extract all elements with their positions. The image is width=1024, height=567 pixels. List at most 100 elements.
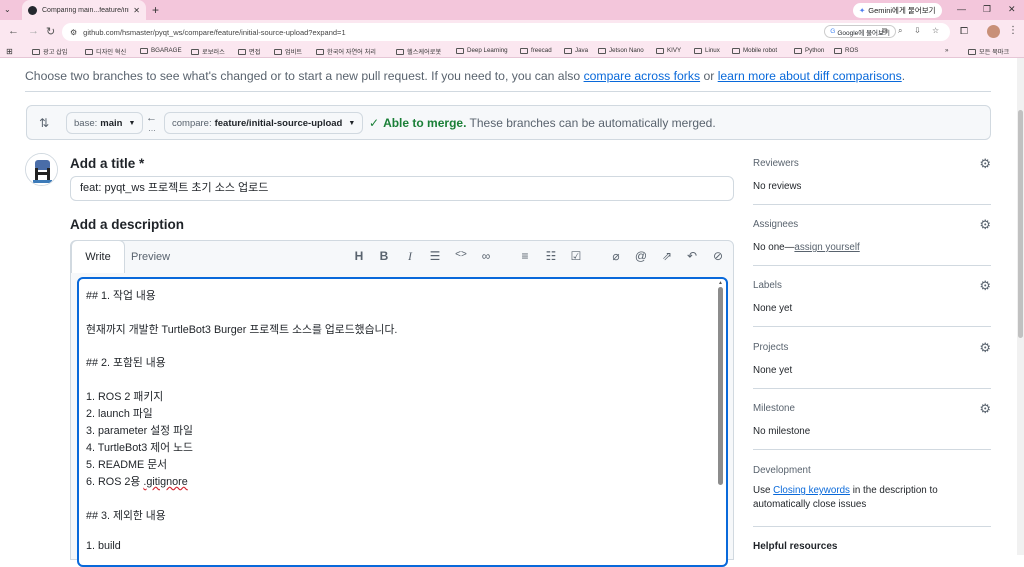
- window-close-icon[interactable]: ✕: [1008, 4, 1016, 15]
- bookmark-folder[interactable]: Jetson Nano: [598, 47, 644, 54]
- divider: [753, 326, 991, 327]
- minimize-icon[interactable]: —: [957, 4, 966, 14]
- dots-icon: …: [148, 124, 156, 133]
- assign-yourself-link[interactable]: assign yourself: [794, 242, 859, 253]
- github-compare-page: Choose two branches to see what's change…: [0, 58, 1017, 567]
- bookmark-folder[interactable]: BGARAGE: [140, 47, 182, 54]
- bookmark-star-icon[interactable]: ☆: [932, 26, 939, 35]
- base-branch-select[interactable]: base: main ▼: [66, 112, 144, 134]
- reply-icon[interactable]: ↶: [685, 249, 699, 263]
- reviewers-value: No reviews: [753, 181, 802, 192]
- bookmark-folder[interactable]: 로보러스: [191, 47, 225, 56]
- restore-icon[interactable]: ❐: [983, 4, 991, 15]
- zoom-icon[interactable]: ⌕: [898, 26, 902, 36]
- mention-icon[interactable]: @: [634, 249, 648, 263]
- attach-icon[interactable]: ⌀: [609, 249, 623, 263]
- unordered-list-icon[interactable]: ☷: [544, 249, 558, 263]
- bookmark-label: Jetson Nano: [609, 47, 644, 54]
- page-scrollbar-thumb[interactable]: [1018, 110, 1023, 338]
- bookmark-folder[interactable]: 광고 삽입: [32, 47, 68, 56]
- site-info-icon[interactable]: ⚙: [70, 28, 77, 37]
- all-bookmarks[interactable]: 모든 북마크: [968, 47, 1009, 56]
- bookmark-folder[interactable]: freecad: [520, 47, 552, 54]
- reviewers-gear-icon[interactable]: ⚙: [979, 156, 991, 172]
- labels-gear-icon[interactable]: ⚙: [979, 278, 991, 294]
- ordered-list-icon[interactable]: ≡: [518, 249, 532, 263]
- description-line: 4. TurtleBot3 제어 노드: [86, 442, 193, 454]
- folder-icon: [85, 48, 93, 55]
- link-icon[interactable]: ∞: [479, 249, 493, 263]
- bookmark-folder[interactable]: 헬스케어로봇: [396, 47, 441, 56]
- bookmarks-overflow-icon[interactable]: »: [945, 47, 948, 54]
- bookmark-folder[interactable]: 면접: [238, 47, 260, 56]
- tab-search-icon[interactable]: ⌄: [4, 5, 11, 14]
- milestone-gear-icon[interactable]: ⚙: [979, 401, 991, 417]
- quote-icon[interactable]: ☰: [428, 249, 442, 263]
- task-list-icon[interactable]: ☑: [569, 249, 583, 263]
- compare-forks-link[interactable]: compare across forks: [584, 69, 701, 83]
- textarea-scrollbar[interactable]: [718, 287, 723, 485]
- reload-icon[interactable]: ↻: [46, 25, 55, 38]
- closing-keywords-link[interactable]: Closing keywords: [773, 485, 850, 496]
- browser-tab-bar: ⌄ Comparing main...feature/initi... ✕ + …: [0, 0, 1024, 20]
- development-title: Development: [753, 465, 811, 476]
- git-compare-icon: ⇅: [39, 116, 50, 130]
- description-line: ## 1. 작업 내용: [86, 290, 156, 302]
- code-icon[interactable]: <>: [454, 249, 468, 260]
- dev-line2: automatically close issues: [753, 499, 867, 510]
- bookmark-folder[interactable]: Python: [794, 47, 824, 54]
- folder-icon: [732, 47, 740, 54]
- bookmark-label: 로보러스: [202, 49, 225, 56]
- bookmark-label: KIVY: [667, 47, 682, 54]
- bookmark-folder[interactable]: Deep Learning: [456, 47, 508, 54]
- translate-icon[interactable]: ⧉: [882, 26, 888, 36]
- compare-branch-select[interactable]: compare: feature/initial-source-upload ▼: [164, 112, 364, 134]
- browser-menu-icon[interactable]: ⋮: [1008, 25, 1018, 36]
- tab-preview[interactable]: Preview: [131, 251, 170, 263]
- tab-close-icon[interactable]: ✕: [133, 6, 140, 15]
- page-scrollbar[interactable]: [1017, 58, 1024, 555]
- title-input[interactable]: feat: pyqt_ws 프로젝트 초기 소스 업로드: [70, 176, 734, 201]
- bookmark-folder[interactable]: ROS: [834, 47, 858, 54]
- bookmark-folder[interactable]: 한국어 자연어 처리: [316, 47, 376, 56]
- divider: [753, 526, 991, 527]
- bookmark-folder[interactable]: KIVY: [656, 47, 681, 54]
- bookmark-label: freecad: [531, 47, 552, 54]
- reference-icon[interactable]: ⇗: [660, 249, 674, 263]
- description-textarea[interactable]: ## 1. 작업 내용 현재까지 개발한 TurtleBot3 Burger 프…: [77, 277, 728, 567]
- user-avatar[interactable]: [25, 153, 58, 186]
- bookmark-folder[interactable]: 디자인 혁신: [85, 47, 126, 56]
- browser-tab[interactable]: Comparing main...feature/initi... ✕: [22, 0, 146, 20]
- url-text: github.com/hsmaster/pyqt_ws/compare/feat…: [83, 27, 346, 37]
- assignees-gear-icon[interactable]: ⚙: [979, 217, 991, 233]
- install-icon[interactable]: ⇩: [914, 26, 921, 35]
- extensions-icon[interactable]: ⧠: [960, 26, 968, 37]
- description-line: 1. ROS 2 패키지: [86, 391, 164, 403]
- new-tab-icon[interactable]: +: [152, 3, 159, 17]
- address-bar[interactable]: ⚙ github.com/hsmaster/pyqt_ws/compare/fe…: [62, 23, 950, 41]
- bookmark-folder[interactable]: Java: [564, 47, 588, 54]
- gemini-button[interactable]: ✦ Gemini에게 물어보기: [853, 3, 942, 18]
- projects-gear-icon[interactable]: ⚙: [979, 340, 991, 356]
- bookmark-label: BGARAGE: [151, 47, 182, 54]
- bookmark-folder[interactable]: 업비트: [274, 47, 302, 56]
- forward-icon[interactable]: →: [28, 25, 39, 37]
- bookmark-folder[interactable]: Linux: [694, 47, 720, 54]
- helpful-resources-title: Helpful resources: [753, 541, 838, 552]
- tab-write[interactable]: Write: [71, 240, 125, 273]
- folder-icon: [656, 47, 664, 54]
- folder-icon: [191, 48, 199, 55]
- profile-avatar[interactable]: [987, 25, 1000, 38]
- bold-icon[interactable]: B: [377, 249, 391, 263]
- slash-commands-icon[interactable]: ⊘: [711, 249, 725, 263]
- dev-pre: Use: [753, 485, 771, 496]
- back-icon[interactable]: ←: [8, 25, 19, 37]
- merge-status-text: Able to merge.: [383, 116, 467, 130]
- apps-grid-icon[interactable]: ⊞: [6, 47, 13, 56]
- scroll-up-icon[interactable]: ▲: [718, 280, 723, 286]
- italic-icon[interactable]: I: [403, 249, 417, 264]
- diff-comparisons-link[interactable]: learn more about diff comparisons: [718, 69, 902, 83]
- bookmark-folder[interactable]: Mobile robot: [732, 47, 777, 54]
- heading-icon[interactable]: H: [352, 249, 366, 263]
- milestone-title: Milestone: [753, 403, 795, 414]
